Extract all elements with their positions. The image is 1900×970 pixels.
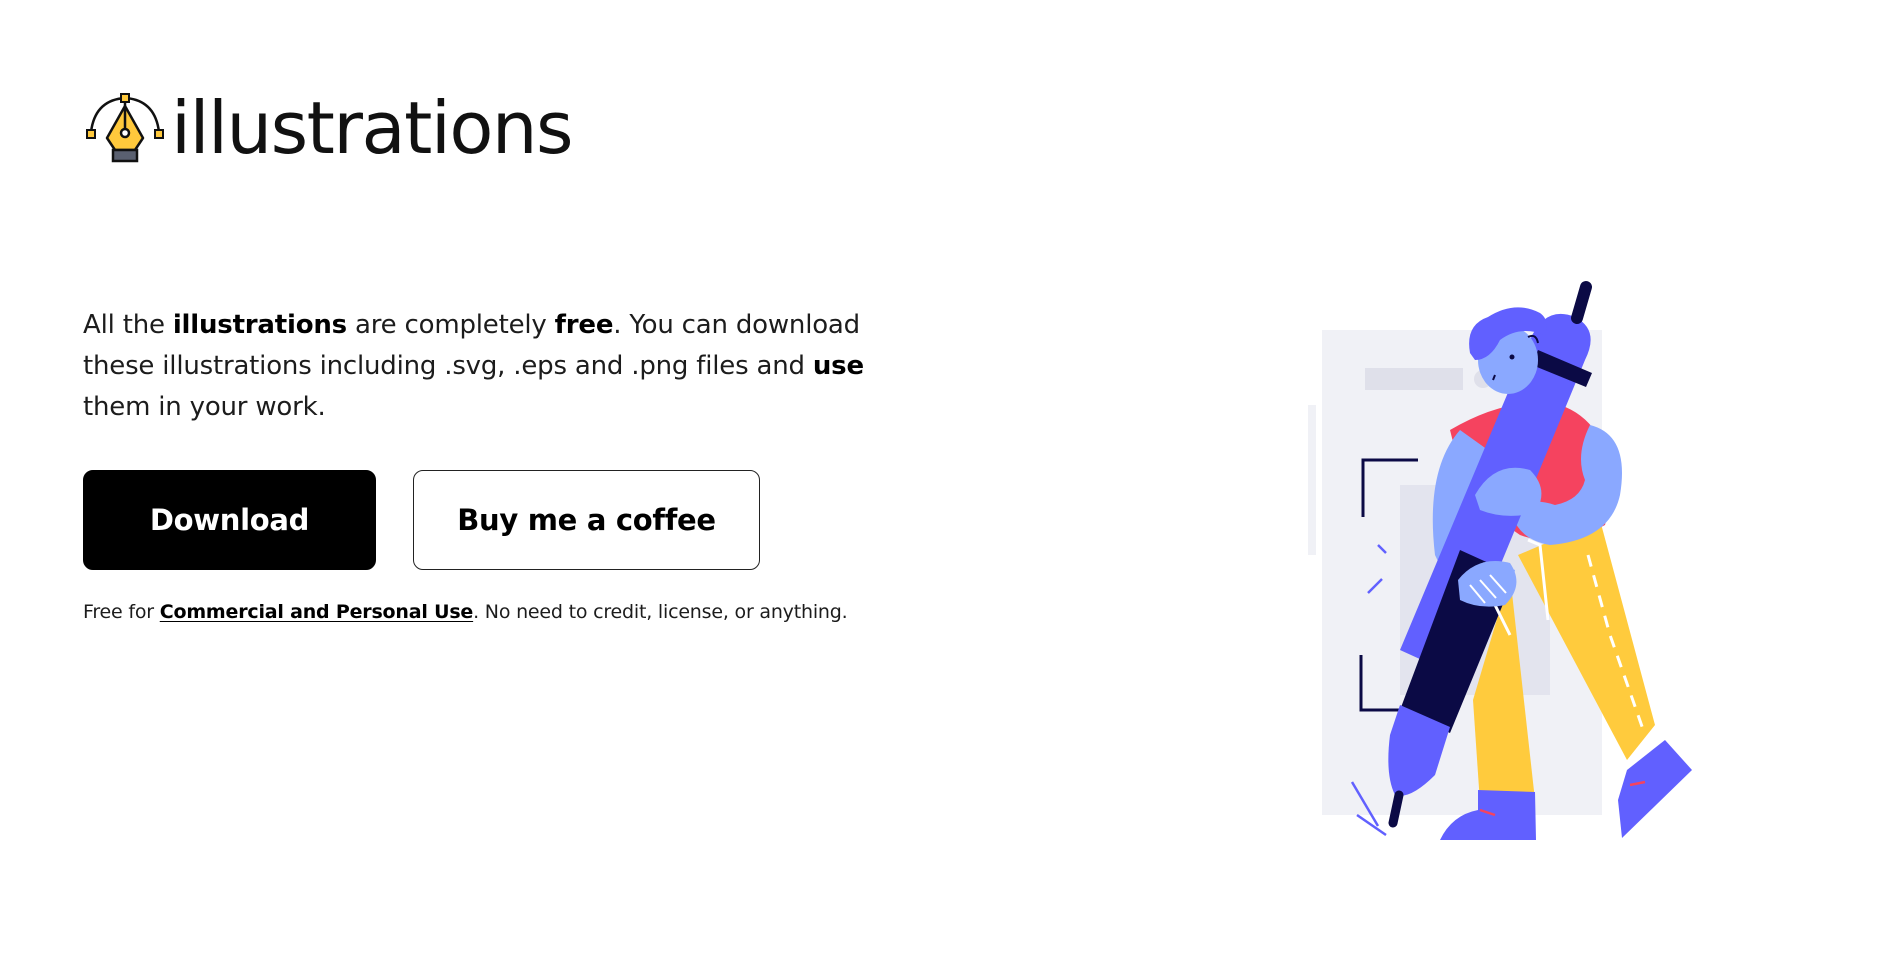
hero-text-part: All the (83, 310, 173, 340)
pen-tool-icon (86, 93, 164, 163)
license-link[interactable]: Commercial and Personal Use (160, 601, 474, 623)
card-text-line (1365, 368, 1463, 390)
hero-text-part: are completely (346, 310, 555, 340)
page: illustrations All the illustrations are … (0, 0, 1900, 970)
license-note-prefix: Free for (83, 601, 160, 623)
hero-section: All the illustrations are completely fre… (83, 305, 873, 623)
hero-text-part: them in your work. (83, 392, 326, 422)
logo-text: illustrations (171, 86, 574, 170)
license-note: Free for Commercial and Personal Use. No… (83, 601, 873, 623)
hero-text-bold: use (812, 351, 864, 381)
site-logo[interactable]: illustrations (85, 86, 574, 170)
buy-me-a-coffee-button[interactable]: Buy me a coffee (413, 470, 760, 570)
license-note-suffix: . No need to credit, license, or anythin… (473, 601, 848, 623)
hero-text-bold: illustrations (172, 310, 347, 340)
eye (1509, 354, 1515, 360)
cta-buttons: Download Buy me a coffee (83, 470, 873, 570)
hero-description: All the illustrations are completely fre… (83, 305, 873, 428)
download-button[interactable]: Download (83, 470, 376, 570)
sparkle-line (1356, 813, 1387, 837)
background-bar (1308, 405, 1316, 555)
hero-text-bold: free (554, 310, 614, 340)
person-holding-pen-illustration (1308, 281, 1692, 840)
